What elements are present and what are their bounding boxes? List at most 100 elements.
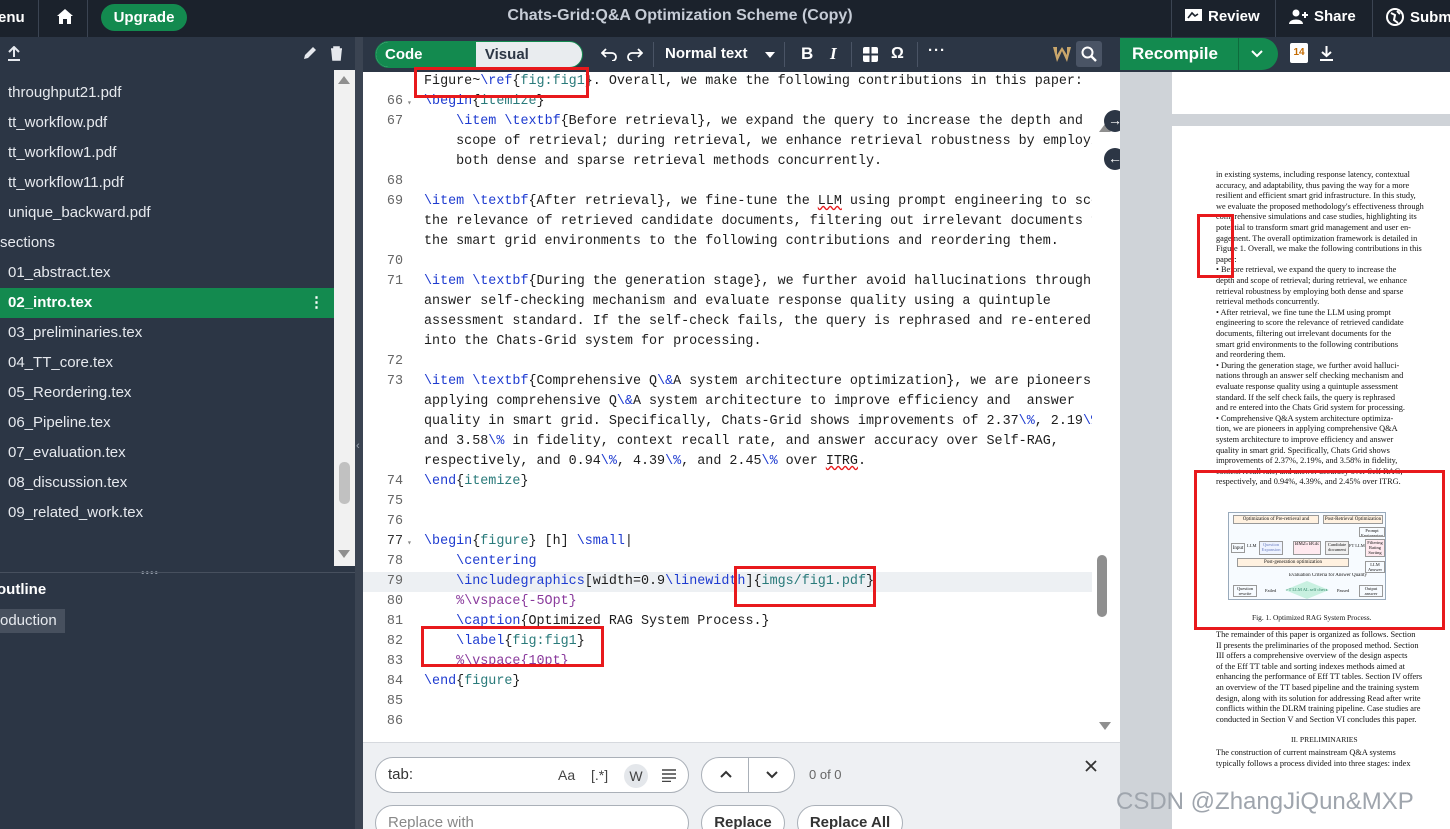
- collapse-left-icon[interactable]: ‹: [356, 440, 360, 452]
- file-menu-icon[interactable]: ⋮: [309, 288, 324, 318]
- file-tree-scrollbar[interactable]: [334, 70, 355, 566]
- download-icon[interactable]: [1319, 45, 1334, 61]
- code-line[interactable]: and 3.58\% in fidelity, context recall r…: [424, 432, 1059, 452]
- file-item[interactable]: 03_preliminaries.tex: [0, 318, 334, 348]
- editor-scrollbar[interactable]: [1092, 72, 1120, 742]
- code-line[interactable]: \item \textbf{Before retrieval}, we expa…: [424, 112, 1083, 132]
- replace-input[interactable]: Replace with: [375, 805, 689, 829]
- code-line[interactable]: assessment standard. If the self-check f…: [424, 312, 1091, 332]
- bold-button[interactable]: B: [801, 44, 813, 64]
- outline-item-introduction[interactable]: oduction: [0, 609, 65, 633]
- folder-item[interactable]: sections: [0, 228, 334, 258]
- file-item[interactable]: 06_Pipeline.tex: [0, 408, 334, 438]
- replace-button[interactable]: Replace: [701, 805, 785, 829]
- code-line[interactable]: into the Chats-Grid system for processin…: [424, 332, 762, 352]
- fold-icon[interactable]: ▾: [407, 98, 412, 108]
- outline-item-label: oduction: [0, 612, 57, 629]
- home-icon[interactable]: [55, 7, 75, 27]
- text-style-select[interactable]: Normal text: [665, 45, 748, 62]
- symbol-button[interactable]: Ω: [891, 45, 904, 63]
- pdf-text-line: standard. If the self check fails, the q…: [1216, 392, 1396, 402]
- scroll-up-icon[interactable]: [338, 76, 350, 84]
- scrollbar-thumb[interactable]: [1097, 555, 1107, 617]
- pdf-text-line: depth and scope of retrieval; during ret…: [1216, 276, 1407, 285]
- share-button[interactable]: Share: [1289, 8, 1356, 25]
- trash-icon[interactable]: [330, 46, 343, 61]
- file-item[interactable]: tt_workflow11.pdf: [0, 168, 334, 198]
- code-line[interactable]: the relevance of retrieved candidate doc…: [424, 212, 1092, 232]
- redo-icon[interactable]: [627, 47, 643, 61]
- code-line[interactable]: \end{itemize}: [424, 472, 529, 492]
- file-item[interactable]: unique_backward.pdf: [0, 198, 334, 228]
- scroll-down-icon[interactable]: [338, 550, 350, 558]
- pdf-text-line: nations through an answer self checking …: [1216, 371, 1404, 381]
- pdf-text-line: III offers a comprehensive overview of t…: [1216, 651, 1408, 661]
- code-editor-tab[interactable]: Code Editor: [376, 42, 476, 67]
- undo-icon[interactable]: [601, 47, 617, 61]
- code-line[interactable]: %\vspace{-5Opt}: [424, 592, 577, 612]
- chevron-down-icon[interactable]: [766, 771, 778, 779]
- visual-editor-tab[interactable]: Visual Editor: [476, 42, 582, 67]
- regex-toggle[interactable]: [.*]: [591, 767, 608, 783]
- menu-button[interactable]: enu: [0, 9, 25, 26]
- sidebar-splitter[interactable]: ‹: [355, 37, 363, 829]
- line-number: 77: [386, 534, 403, 549]
- pdf-text-line: gagement. The overall optimization frame…: [1216, 233, 1418, 243]
- replace-all-button[interactable]: Replace All: [797, 805, 903, 829]
- recompile-button[interactable]: Recompile: [1120, 38, 1278, 70]
- outline-header[interactable]: outline: [0, 581, 46, 598]
- file-item[interactable]: tt_workflow1.pdf: [0, 138, 334, 168]
- table-icon[interactable]: [863, 47, 878, 62]
- italic-button[interactable]: I: [830, 44, 837, 64]
- rename-pencil-icon[interactable]: [302, 46, 317, 61]
- code-line[interactable]: quality in smart grid. Specifically, Cha…: [424, 412, 1092, 432]
- file-item[interactable]: 08_discussion.tex: [0, 468, 334, 498]
- line-number: 74: [386, 474, 403, 489]
- chevron-up-icon[interactable]: [720, 770, 732, 778]
- fold-icon[interactable]: ▾: [407, 538, 412, 548]
- search-in-selection-icon[interactable]: [662, 769, 676, 782]
- submit-button[interactable]: Subm: [1386, 8, 1450, 26]
- file-item[interactable]: 01_abstract.tex: [0, 258, 334, 288]
- project-title[interactable]: Chats-Grid:Q&A Optimization Scheme (Copy…: [440, 7, 920, 25]
- review-button[interactable]: Review: [1185, 8, 1260, 25]
- file-item[interactable]: 02_intro.tex ⋮: [0, 288, 334, 318]
- scroll-down-icon[interactable]: [1099, 722, 1111, 730]
- whole-word-toggle[interactable]: W: [624, 764, 648, 788]
- file-item[interactable]: 04_TT_core.tex: [0, 348, 334, 378]
- search-button[interactable]: [1076, 41, 1102, 67]
- file-item[interactable]: tt_workflow.pdf: [0, 108, 334, 138]
- line-number: 83: [386, 654, 403, 669]
- code-line[interactable]: respectively, and 0.94\%, 4.39\%, and 2.…: [424, 452, 866, 472]
- more-button[interactable]: ···: [928, 42, 946, 59]
- file-item[interactable]: throughput21.pdf: [0, 78, 334, 108]
- pdf-text-line: comprehensive simulations and case studi…: [1216, 212, 1417, 222]
- code-line[interactable]: scope of retrieval; during retrieval, we…: [424, 132, 1092, 152]
- upload-icon[interactable]: [7, 46, 21, 61]
- close-icon[interactable]: [1085, 760, 1097, 772]
- pdf-text-line: accuracy, and adaptability, thus paving …: [1216, 180, 1410, 190]
- writefull-icon[interactable]: [1053, 47, 1071, 62]
- code-line[interactable]: applying comprehensive Q\&A system archi…: [424, 392, 1075, 412]
- file-item[interactable]: 07_evaluation.tex: [0, 438, 334, 468]
- code-line[interactable]: \begin{figure} [h] \small|: [424, 532, 633, 552]
- code-line[interactable]: \item \textbf{Comprehensive Q\&A system …: [424, 372, 1092, 392]
- code-line[interactable]: \end{figure}: [424, 672, 520, 692]
- pdf-preview[interactable]: in existing systems, including response …: [1120, 72, 1450, 829]
- code-line[interactable]: \item \textbf{During the generation stag…: [424, 272, 1092, 292]
- code-line[interactable]: answer self-checking mechanism and evalu…: [424, 292, 1051, 312]
- match-case-toggle[interactable]: Aa: [558, 767, 575, 783]
- scrollbar-thumb[interactable]: [339, 462, 350, 504]
- editor-mode-toggle[interactable]: Code Editor Visual Editor: [375, 41, 583, 68]
- chevron-down-icon[interactable]: [1251, 50, 1263, 58]
- resize-handle-icon[interactable]: ••••: [141, 568, 159, 579]
- code-line[interactable]: \item \textbf{After retrieval}, we fine-…: [424, 192, 1092, 212]
- upgrade-button[interactable]: Upgrade: [101, 4, 187, 31]
- file-item[interactable]: 09_related_work.tex: [0, 498, 334, 528]
- log-badge-icon[interactable]: 14: [1290, 43, 1308, 63]
- code-line[interactable]: the smart grid environments to the follo…: [424, 232, 1059, 252]
- file-item[interactable]: 05_Reordering.tex: [0, 378, 334, 408]
- code-line[interactable]: both dense and sparse retrieval methods …: [424, 152, 882, 172]
- code-line[interactable]: \centering: [424, 552, 536, 572]
- chevron-down-icon[interactable]: [765, 52, 775, 58]
